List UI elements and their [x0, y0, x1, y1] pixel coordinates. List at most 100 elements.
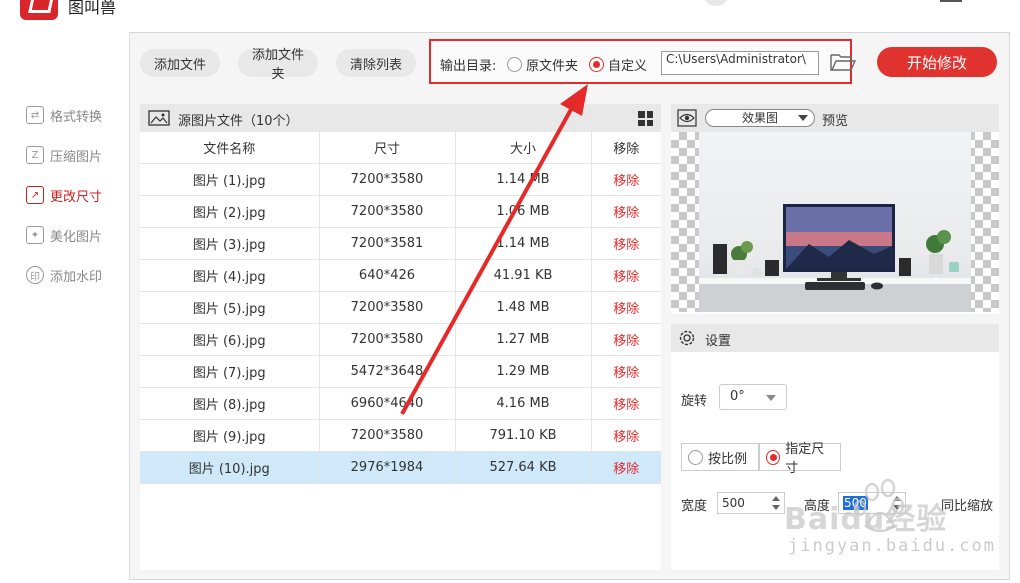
width-stepper[interactable]: 500	[717, 492, 785, 514]
compress-icon: Z	[26, 146, 44, 164]
remove-link[interactable]: 移除	[591, 259, 661, 292]
file-size: 1.06 MB	[455, 195, 592, 228]
sidebar-item-format-convert[interactable]: ⇄ 格式转换	[26, 103, 102, 127]
file-name: 图片 (2).jpg	[140, 195, 320, 228]
table-row[interactable]: 图片 (9).jpg 7200*3580 791.10 KB 移除	[140, 419, 661, 452]
minimize-icon[interactable]	[940, 0, 962, 2]
sidebar: ⇄ 格式转换 Z 压缩图片 ↗ 更改尺寸 ✦ 美化图片 印 添加水印	[10, 32, 130, 580]
remove-link[interactable]: 移除	[591, 163, 661, 196]
width-value: 500	[722, 496, 745, 510]
start-modify-button[interactable]: 开始修改	[877, 47, 997, 77]
output-option-custom[interactable]: 自定义	[589, 55, 647, 74]
column-header-filesize: 大小	[455, 132, 592, 164]
remove-link[interactable]: 移除	[591, 355, 661, 388]
add-folder-button[interactable]: 添加文件夹	[238, 47, 318, 81]
column-header-remove: 移除	[591, 132, 661, 164]
file-size: 1.48 MB	[455, 291, 592, 324]
remove-link[interactable]: 移除	[591, 387, 661, 420]
desk-photo-illustration	[699, 204, 971, 312]
option-label: 原文件夹	[526, 59, 579, 74]
preview-image	[699, 132, 971, 312]
table-row[interactable]: 图片 (2).jpg 7200*3580 1.06 MB 移除	[140, 195, 661, 228]
height-label: 高度	[804, 499, 831, 514]
sidebar-item-label: 格式转换	[50, 109, 103, 125]
watermark-icon: 印	[26, 266, 44, 284]
file-size: 1.14 MB	[455, 163, 592, 196]
remove-link[interactable]: 移除	[591, 323, 661, 356]
file-dimensions: 6960*4640	[319, 387, 456, 420]
table-row[interactable]: 图片 (3).jpg 7200*3581 1.14 MB 移除	[140, 227, 661, 260]
radio-icon[interactable]	[507, 57, 522, 72]
settings-header: 设置	[671, 324, 999, 352]
file-dimensions: 7200*3580	[319, 419, 456, 452]
add-file-button[interactable]: 添加文件	[140, 49, 220, 77]
file-list-header: 源图片文件（10个）	[140, 104, 661, 132]
file-dimensions: 2976*1984	[319, 451, 456, 484]
file-name: 图片 (8).jpg	[140, 387, 320, 420]
height-value: 500	[843, 496, 868, 510]
grid-view-icon[interactable]	[638, 111, 653, 126]
radio-checked-icon[interactable]	[766, 449, 781, 465]
output-path-input[interactable]: C:\Users\Administrator\	[661, 51, 819, 75]
sidebar-item-watermark[interactable]: 印 添加水印	[26, 263, 102, 287]
table-row[interactable]: 图片 (8).jpg 6960*4640 4.16 MB 移除	[140, 387, 661, 420]
radio-icon[interactable]	[688, 449, 703, 465]
mode-option-fixed-size[interactable]: 指定尺寸	[759, 442, 841, 476]
file-dimensions: 5472*3648	[319, 355, 456, 388]
file-dimensions: 7200*3580	[319, 323, 456, 356]
remove-link[interactable]: 移除	[591, 195, 661, 228]
file-name: 图片 (4).jpg	[140, 259, 320, 292]
app-title: 图叫兽	[68, 0, 117, 17]
table-row-selected[interactable]: 图片 (10).jpg 2976*1984 527.64 KB 移除	[140, 451, 661, 484]
file-size: 1.14 MB	[455, 227, 592, 260]
sidebar-item-resize[interactable]: ↗ 更改尺寸	[26, 183, 102, 207]
file-name: 图片 (5).jpg	[140, 291, 320, 324]
sidebar-item-label: 更改尺寸	[50, 189, 103, 205]
account-icon[interactable]	[704, 0, 728, 6]
title-bar: 图叫兽	[0, 0, 1020, 30]
preview-mode-select[interactable]: 效果图	[705, 109, 815, 127]
table-row[interactable]: 图片 (6).jpg 7200*3580 1.27 MB 移除	[140, 323, 661, 356]
file-dimensions: 640*426	[319, 259, 456, 292]
radio-checked-icon[interactable]	[589, 57, 604, 72]
rotate-label: 旋转	[681, 394, 708, 409]
file-list-title: 源图片文件（10个）	[178, 114, 299, 129]
width-label: 宽度	[681, 499, 708, 514]
remove-link[interactable]: 移除	[591, 227, 661, 260]
table-row[interactable]: 图片 (7).jpg 5472*3648 1.29 MB 移除	[140, 355, 661, 388]
remove-link[interactable]: 移除	[591, 419, 661, 452]
file-size: 791.10 KB	[455, 419, 592, 452]
resize-icon: ↗	[26, 186, 44, 204]
sidebar-item-label: 添加水印	[50, 269, 103, 285]
app-logo-icon	[20, 0, 58, 20]
file-name: 图片 (9).jpg	[140, 419, 320, 452]
option-label: 按比例	[708, 451, 748, 467]
sidebar-item-beautify[interactable]: ✦ 美化图片	[26, 223, 102, 247]
folder-open-icon[interactable]	[829, 52, 857, 72]
output-option-source-folder[interactable]: 原文件夹	[507, 55, 578, 74]
beautify-icon: ✦	[26, 226, 44, 244]
column-header-size: 尺寸	[319, 132, 456, 164]
sidebar-item-compress[interactable]: Z 压缩图片	[26, 143, 102, 167]
format-convert-icon: ⇄	[26, 106, 44, 124]
clear-list-button[interactable]: 清除列表	[336, 49, 416, 77]
keep-ratio-checkbox-label[interactable]: 同比缩放	[941, 495, 993, 514]
table-row[interactable]: 图片 (1).jpg 7200*3580 1.14 MB 移除	[140, 163, 661, 196]
file-size: 41.91 KB	[455, 259, 592, 292]
remove-link[interactable]: 移除	[591, 451, 661, 484]
preview-header: 效果图 预览	[671, 104, 999, 132]
table-row[interactable]: 图片 (4).jpg 640*426 41.91 KB 移除	[140, 259, 661, 292]
remove-link[interactable]: 移除	[591, 291, 661, 324]
preview-label: 预览	[822, 114, 849, 129]
table-header-row: 文件名称 尺寸 大小 移除	[140, 132, 661, 164]
mode-option-ratio[interactable]: 按比例	[681, 443, 759, 471]
sidebar-item-label: 压缩图片	[50, 149, 103, 165]
file-name: 图片 (6).jpg	[140, 323, 320, 356]
table-row[interactable]: 图片 (5).jpg 7200*3580 1.48 MB 移除	[140, 291, 661, 324]
height-stepper[interactable]: 500	[838, 492, 906, 514]
settings-title: 设置	[705, 334, 732, 349]
file-dimensions: 7200*3580	[319, 195, 456, 228]
file-dimensions: 7200*3581	[319, 227, 456, 260]
file-dimensions: 7200*3580	[319, 163, 456, 196]
rotate-select[interactable]: 0°	[719, 384, 787, 410]
